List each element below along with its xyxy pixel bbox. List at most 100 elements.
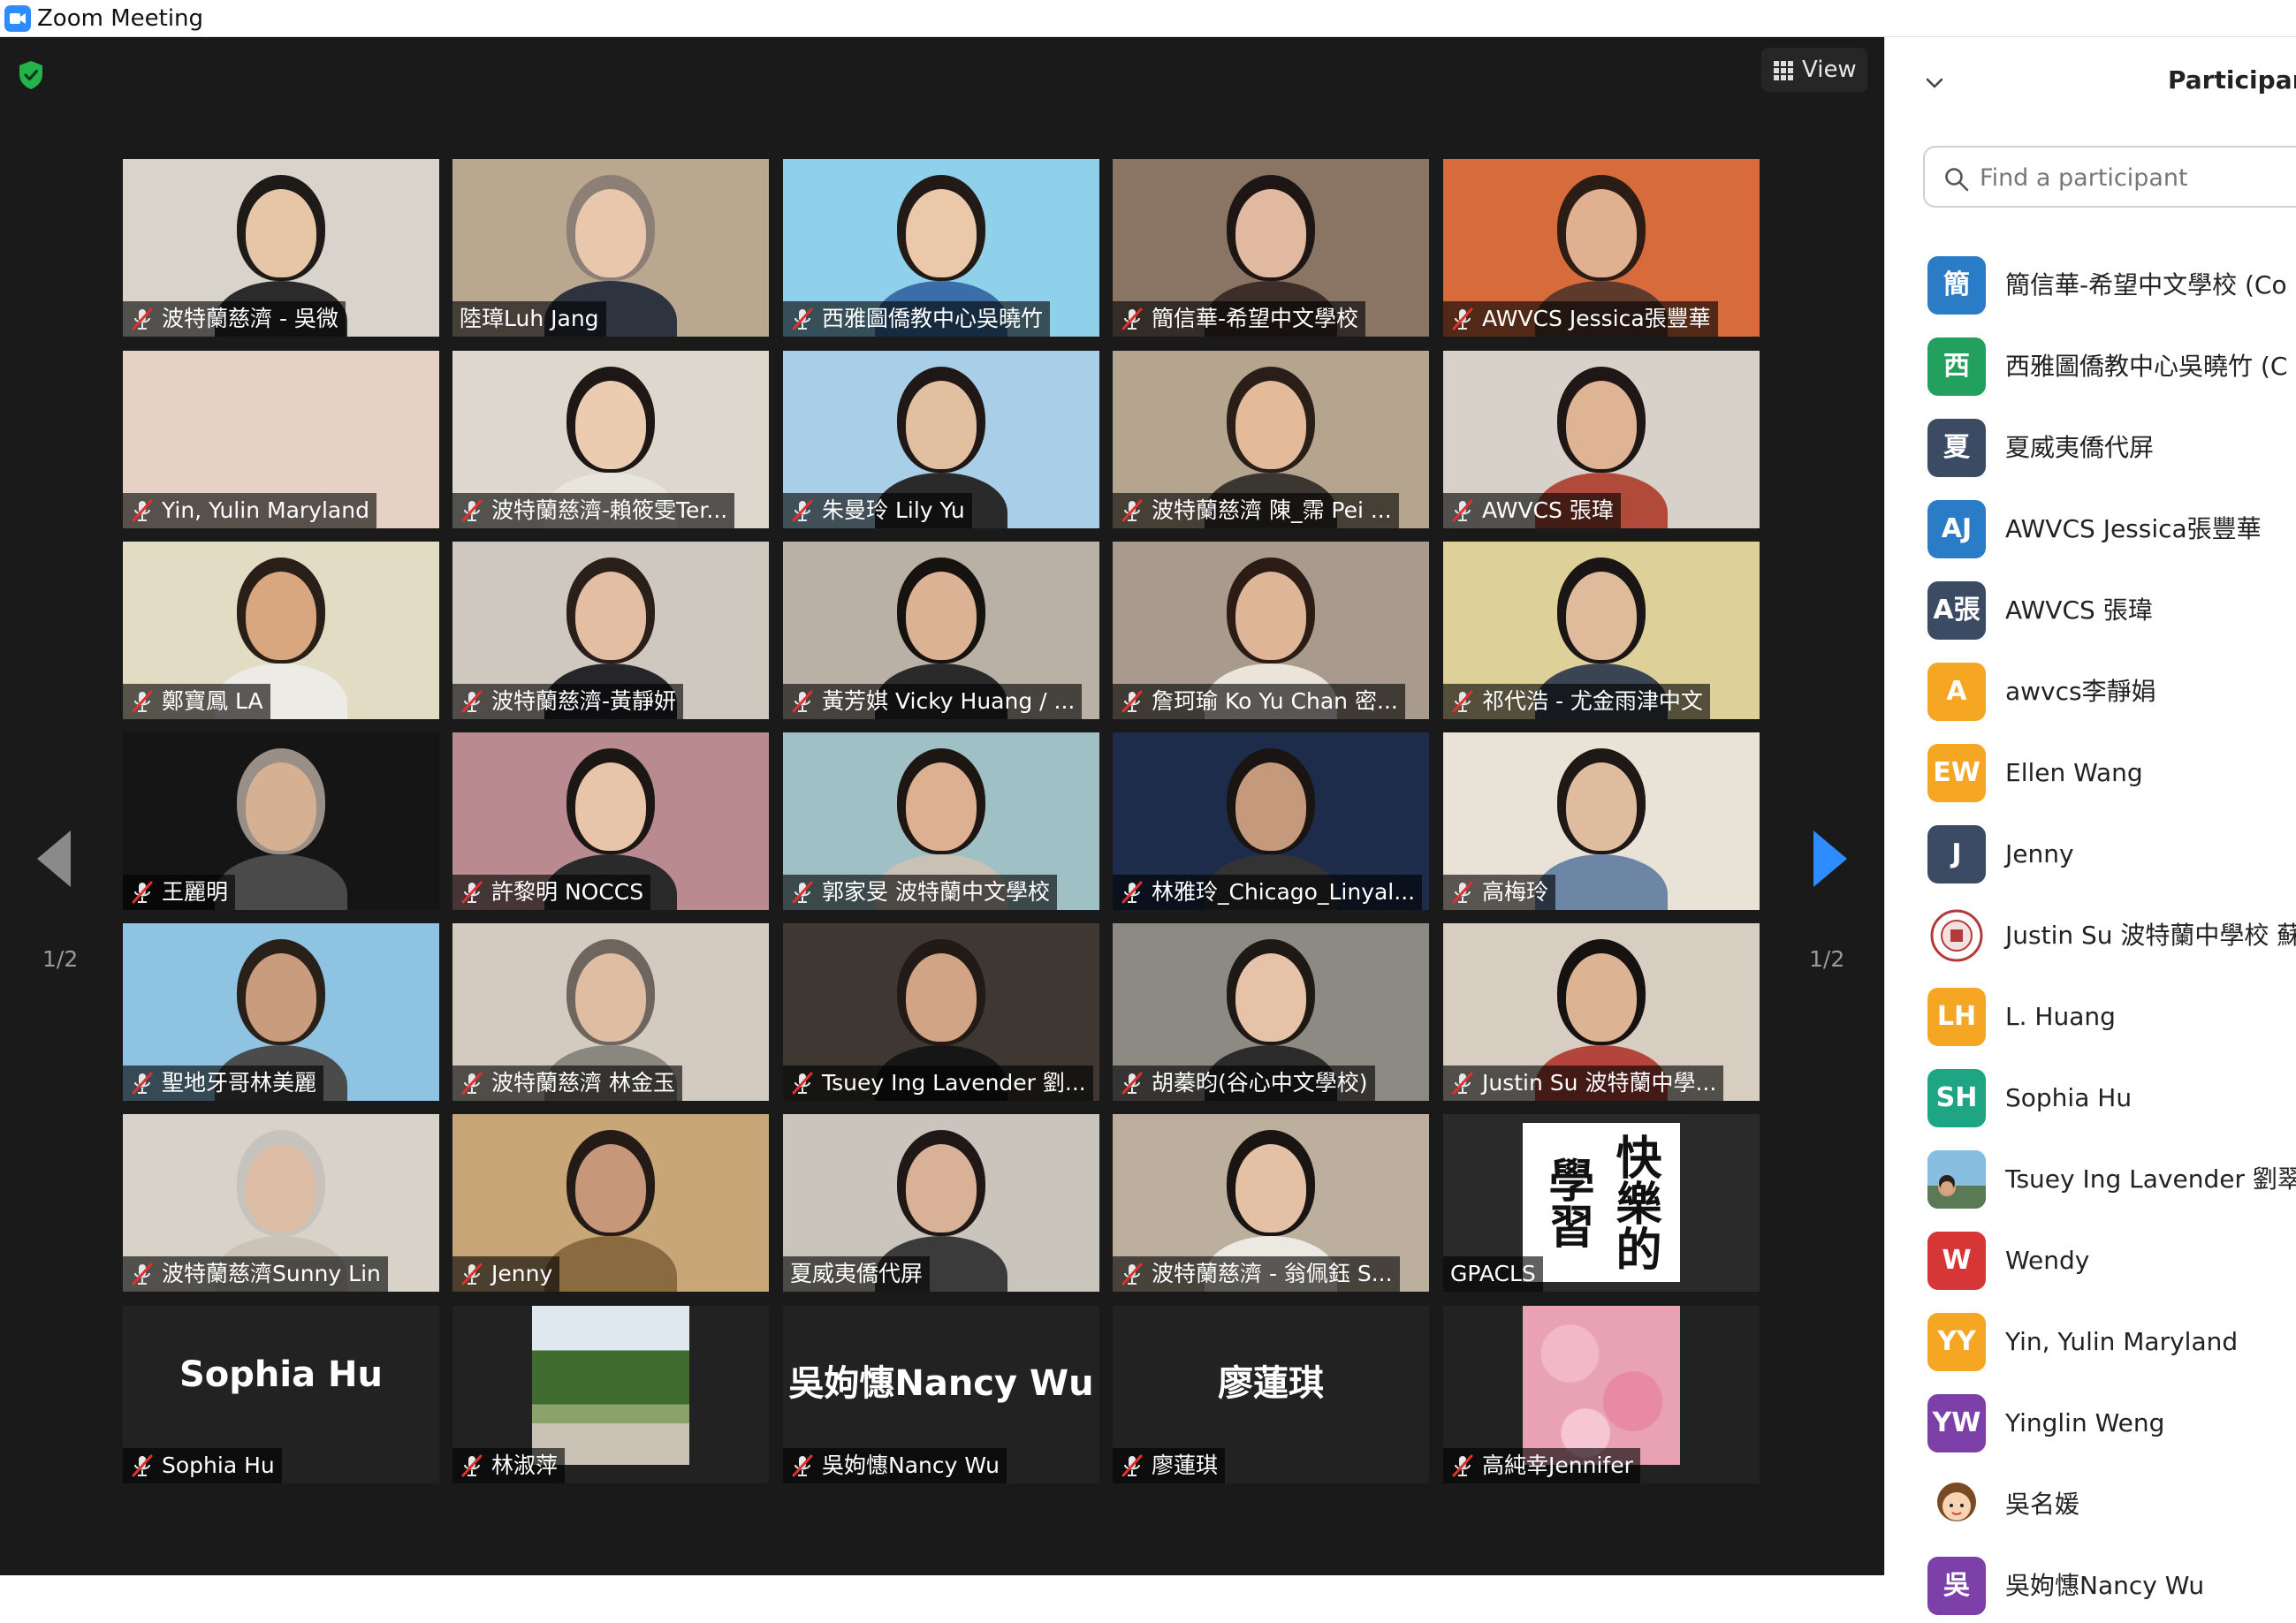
participant-row[interactable]: LH L. Huang <box>1885 983 2296 1054</box>
previous-page-arrow-icon[interactable] <box>37 830 71 887</box>
person-face <box>1566 189 1637 277</box>
video-tile[interactable]: 快樂的學習 GPACLS <box>1443 1114 1760 1292</box>
video-tile[interactable]: 波特蘭慈濟 林金玉 <box>452 923 769 1101</box>
video-tile[interactable]: 詹珂瑜 Ko Yu Chan 密... <box>1113 542 1429 719</box>
participant-search-box[interactable] <box>1923 146 2296 208</box>
participant-name: 黃芳娸 Vicky Huang / ... <box>822 688 1076 714</box>
next-page-arrow-icon[interactable] <box>1813 830 1847 887</box>
video-stage: View 1/2 1/2 波特蘭慈濟 - 吳微 陸璋Luh Jang 西雅圖僑教中心… <box>0 37 1884 1575</box>
person-face <box>906 189 977 277</box>
participant-name: 王麗明 <box>162 879 229 905</box>
video-tile[interactable]: Justin Su 波特蘭中學... <box>1443 923 1760 1101</box>
participant-name: 吳姁憓Nancy Wu <box>822 1452 1000 1478</box>
muted-mic-icon <box>1121 1263 1143 1286</box>
participant-name: 胡蓁昀(谷心中文學校) <box>1152 1070 1368 1096</box>
video-tile[interactable]: 高梅玲 <box>1443 732 1760 910</box>
participant-row-name: Wendy <box>2005 1246 2090 1275</box>
muted-mic-icon <box>132 499 153 522</box>
participant-name: AWVCS 張瑋 <box>1482 497 1614 523</box>
participant-row-name: Yinglin Weng <box>2005 1408 2165 1437</box>
video-tile[interactable]: 林淑萍 <box>452 1306 769 1483</box>
participant-name: 西雅圖僑教中心吳曉竹 <box>822 306 1044 331</box>
video-tile[interactable]: 簡信華-希望中文學校 <box>1113 159 1429 337</box>
participant-name: 聖地牙哥林美麗 <box>162 1070 317 1096</box>
video-tile[interactable]: Jenny <box>452 1114 769 1292</box>
video-tile[interactable]: 郭家旻 波特蘭中文學校 <box>783 732 1099 910</box>
video-tile[interactable]: 陸璋Luh Jang <box>452 159 769 337</box>
video-tile[interactable]: 西雅圖僑教中心吳曉竹 <box>783 159 1099 337</box>
muted-mic-icon <box>792 1072 813 1095</box>
participant-name: AWVCS Jessica張豐華 <box>1482 306 1711 331</box>
video-tile[interactable]: AWVCS Jessica張豐華 <box>1443 159 1760 337</box>
muted-mic-icon <box>461 1454 483 1477</box>
participant-row[interactable]: SH Sophia Hu <box>1885 1065 2296 1135</box>
participant-name-label: 吳姁憓Nancy Wu <box>783 1448 1007 1483</box>
video-tile[interactable]: 波特蘭慈濟Sunny Lin <box>123 1114 439 1292</box>
video-tile[interactable]: 波特蘭慈濟-黃靜妍 <box>452 542 769 719</box>
participant-row[interactable]: W Wendy <box>1885 1227 2296 1298</box>
participant-row-name: Sophia Hu <box>2005 1083 2133 1112</box>
participant-row[interactable]: J Jenny <box>1885 821 2296 891</box>
video-tile[interactable]: Sophia Hu Sophia Hu <box>123 1306 439 1483</box>
video-tile[interactable]: 聖地牙哥林美麗 <box>123 923 439 1101</box>
person-face <box>575 1144 646 1232</box>
video-tile[interactable]: 波特蘭慈濟 - 吳微 <box>123 159 439 337</box>
participant-row[interactable]: Tsuey Ing Lavender 劉翠英 <box>1885 1146 2296 1217</box>
video-tile[interactable]: AWVCS 張瑋 <box>1443 351 1760 528</box>
video-tile[interactable]: Yin, Yulin Maryland <box>123 351 439 528</box>
muted-mic-icon <box>1452 307 1473 330</box>
video-tile[interactable]: 波特蘭慈濟 陳_霈 Pei ... <box>1113 351 1429 528</box>
search-input[interactable] <box>1980 160 2296 195</box>
muted-mic-icon <box>1121 307 1143 330</box>
participant-name: 鄭寶鳳 LA <box>162 688 263 714</box>
video-tile[interactable]: 高純幸Jennifer <box>1443 1306 1760 1483</box>
participant-name-label: 林淑萍 <box>452 1448 566 1483</box>
video-tile[interactable]: 鄭寶鳳 LA <box>123 542 439 719</box>
grid-view-icon <box>1774 61 1793 80</box>
video-tile[interactable]: 王麗明 <box>123 732 439 910</box>
chevron-down-icon[interactable] <box>1924 72 1945 94</box>
video-tile[interactable]: 波特蘭慈濟-賴筱雯Ter... <box>452 351 769 528</box>
participant-row[interactable]: 西西雅圖僑教中心吳曉竹 (C <box>1885 333 2296 404</box>
video-tile[interactable]: 吳姁憓Nancy Wu 吳姁憓Nancy Wu <box>783 1306 1099 1483</box>
participant-row[interactable]: EW Ellen Wang <box>1885 739 2296 810</box>
muted-mic-icon <box>132 307 153 330</box>
participant-row[interactable]: A張 AWVCS 張瑋 <box>1885 577 2296 648</box>
participant-row[interactable]: YW Yinglin Weng <box>1885 1390 2296 1460</box>
muted-mic-icon <box>461 690 483 713</box>
video-tile[interactable]: 夏威夷僑代屏 <box>783 1114 1099 1292</box>
person-face <box>1235 1144 1306 1232</box>
participant-name-label: GPACLS <box>1443 1256 1543 1292</box>
participant-row[interactable]: 吳吳姁憓Nancy Wu <box>1885 1552 2296 1623</box>
participant-name: 高純幸Jennifer <box>1482 1452 1633 1478</box>
view-button[interactable]: View <box>1761 48 1867 92</box>
participant-row[interactable]: Aawvcs李靜娟 <box>1885 658 2296 729</box>
video-tile[interactable]: 胡蓁昀(谷心中文學校) <box>1113 923 1429 1101</box>
participant-row[interactable]: Justin Su 波特蘭中學校 蘇 <box>1885 902 2296 973</box>
muted-mic-icon <box>461 1072 483 1095</box>
participant-row-name: AWVCS Jessica張豐華 <box>2005 514 2262 543</box>
video-tile[interactable]: 祁代浩 - 尤金雨津中文 <box>1443 542 1760 719</box>
participant-name: 許黎明 NOCCS <box>491 879 644 905</box>
participant-row[interactable]: YY Yin, Yulin Maryland <box>1885 1308 2296 1379</box>
video-tile[interactable]: Tsuey Ing Lavender 劉... <box>783 923 1099 1101</box>
participant-row[interactable]: 吳名媛 <box>1885 1471 2296 1542</box>
avatar: 夏 <box>1927 419 1986 477</box>
participant-row-name: 吳姁憓Nancy Wu <box>2005 1571 2205 1600</box>
muted-mic-icon <box>1121 1072 1143 1095</box>
video-tile[interactable]: 許黎明 NOCCS <box>452 732 769 910</box>
muted-mic-icon <box>132 881 153 904</box>
video-tile[interactable]: 波特蘭慈濟 - 翁佩鈺 S... <box>1113 1114 1429 1292</box>
participant-name-label: 波特蘭慈濟 - 吳微 <box>123 301 346 337</box>
security-shield-icon[interactable] <box>18 60 44 90</box>
participant-name: 簡信華-希望中文學校 <box>1152 306 1359 331</box>
video-tile[interactable]: 黃芳娸 Vicky Huang / ... <box>783 542 1099 719</box>
participant-row[interactable]: AJ AWVCS Jessica張豐華 <box>1885 496 2296 566</box>
person-face <box>906 762 977 851</box>
participant-row[interactable]: 夏夏威夷僑代屏 <box>1885 414 2296 485</box>
video-tile[interactable]: 林雅玲_Chicago_Linyal... <box>1113 732 1429 910</box>
muted-mic-icon <box>792 690 813 713</box>
participant-row[interactable]: 簡簡信華-希望中文學校 (Co <box>1885 252 2296 322</box>
video-tile[interactable]: 廖蓮琪 廖蓮琪 <box>1113 1306 1429 1483</box>
video-tile[interactable]: 朱曼玲 Lily Yu <box>783 351 1099 528</box>
